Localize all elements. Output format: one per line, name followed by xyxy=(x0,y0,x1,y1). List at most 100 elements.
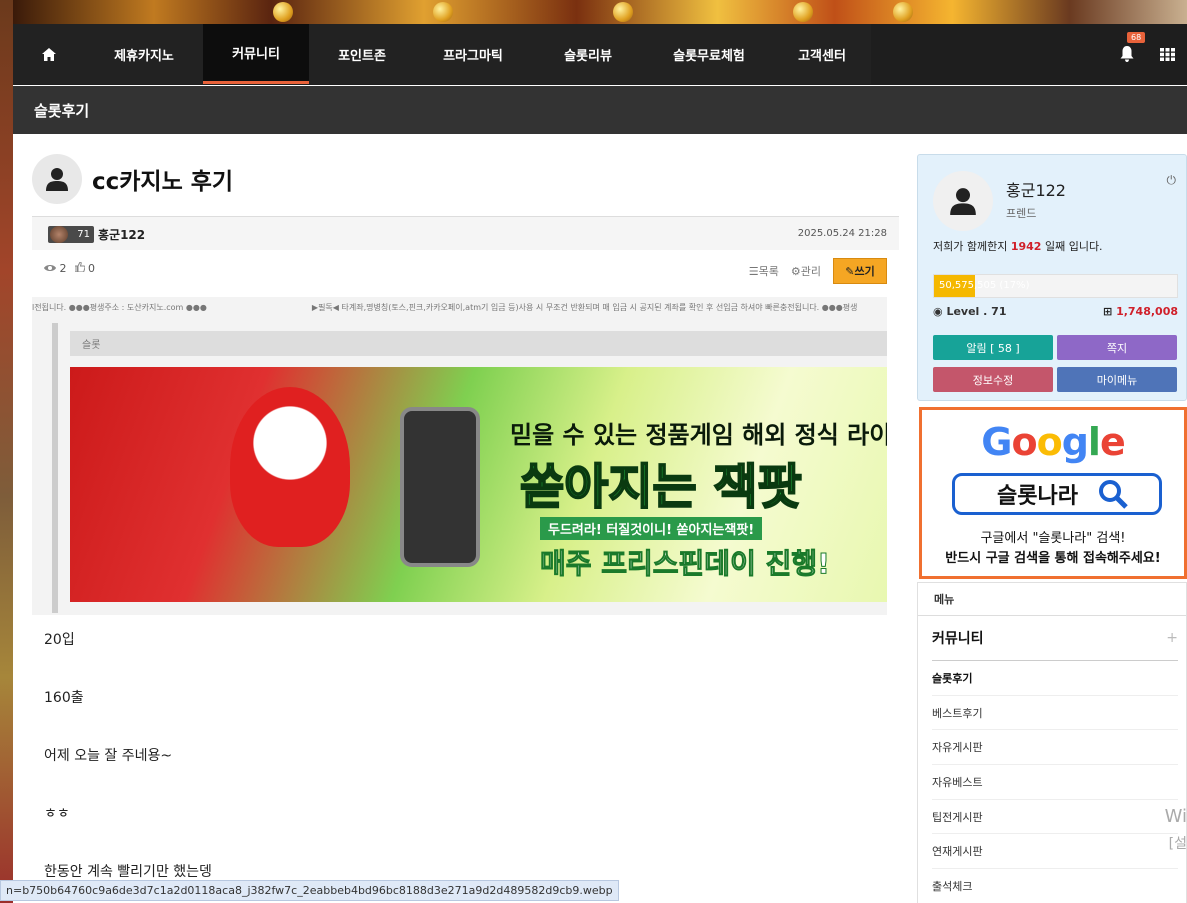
embedded-category-bar: 슬롯 xyxy=(70,331,887,356)
user-circle-icon: ◉ xyxy=(933,305,943,318)
apps-menu-button[interactable] xyxy=(1147,24,1187,84)
manage-button[interactable]: ⚙관리 xyxy=(791,263,821,279)
post-title: cc카지노 후기 xyxy=(92,169,234,195)
user-level-text: Level . 71 xyxy=(946,305,1007,318)
user-level: ◉ Level . 71 xyxy=(933,305,1006,318)
gear-icon: ⚙ xyxy=(790,265,801,278)
user-avatar[interactable] xyxy=(933,171,993,231)
coin-decoration xyxy=(793,2,813,22)
coin-decoration xyxy=(433,2,453,22)
post-stats: 2 0 xyxy=(44,261,95,275)
logout-icon[interactable]: ⏻ xyxy=(1167,173,1177,188)
ticker-right-text: ▶필독◀ 타계좌,명병칭(토스,핀크,카카오페이,atm기 입금 등)사용 시 … xyxy=(311,303,858,312)
nav-item-customer-center[interactable]: 고객센터 xyxy=(773,24,871,84)
plus-icon[interactable]: + xyxy=(1166,630,1178,646)
nav-menu: 제휴카지노 커뮤니티 포인트존 프라그마틱 슬롯리뷰 슬롯무료체험 고객센터 xyxy=(13,24,871,84)
grid-icon xyxy=(1159,47,1175,61)
menu-item-best-review[interactable]: 베스트후기 xyxy=(932,696,1178,731)
edit-profile-button[interactable]: 정보수정 xyxy=(933,367,1053,392)
content-line: 어제 오늘 잘 주네용~ xyxy=(44,748,173,764)
content-line: 20입 xyxy=(44,632,75,648)
user-points: ⊞ 1,748,008 xyxy=(1103,305,1178,318)
ad-line-1: 구글에서 "슬롯나라" 검색! xyxy=(980,531,1126,546)
list-label: 목록 xyxy=(758,265,779,278)
menu-item-slot-review[interactable]: 슬롯후기 xyxy=(932,661,1178,696)
nav-item-free-slot[interactable]: 슬롯무료체험 xyxy=(645,24,773,84)
days-prefix: 저희가 함께한지 xyxy=(933,240,1011,253)
user-role: 프렌드 xyxy=(1006,207,1037,220)
promo-tagline: 두드려라! 터질것이니! 쏟아지는잭팟! xyxy=(540,517,763,540)
post-date: 2025.05.24 21:28 xyxy=(797,228,887,239)
list-icon: ☰ xyxy=(748,265,759,278)
like-count[interactable]: 0 xyxy=(74,261,95,275)
search-icon xyxy=(1098,480,1128,509)
menu-item-attendance[interactable]: 출석체크 xyxy=(932,869,1178,903)
user-points-value: 1,748,008 xyxy=(1116,305,1178,318)
author-name[interactable]: 홍군122 xyxy=(98,226,145,243)
post-image: l전됩니다. ●●●평생주소 : 도산카지노.com ●●● ▶필독◀ 타계좌,… xyxy=(32,297,887,615)
coin-decoration xyxy=(273,2,293,22)
eye-icon xyxy=(44,265,56,271)
list-button[interactable]: ☰목록 xyxy=(749,263,779,279)
ad-search-text: 슬롯나라 xyxy=(997,484,1078,509)
bell-icon xyxy=(1120,46,1134,62)
menu-item-tip-board[interactable]: 팁전게시판 xyxy=(932,800,1178,835)
nav-item-pragmatic[interactable]: 프라그마틱 xyxy=(415,24,531,84)
menu-item-free-board[interactable]: 자유게시판 xyxy=(932,730,1178,766)
home-icon xyxy=(42,47,56,61)
like-count-value: 0 xyxy=(88,262,95,275)
embedded-frame xyxy=(52,323,58,613)
home-button[interactable] xyxy=(13,24,85,84)
days-suffix: 일째 입니다. xyxy=(1041,240,1103,253)
content-line: 160출 xyxy=(44,690,84,706)
google-search-ad[interactable]: Google 슬롯나라 구글에서 "슬롯나라" 검색! 반드시 구글 검색을 통… xyxy=(919,407,1187,579)
nav-item-partner-casino[interactable]: 제휴카지노 xyxy=(85,24,203,84)
post-view: cc카지노 후기 71 홍군122 2025.05.24 21:28 2 0 ☰… xyxy=(32,134,899,903)
os-watermark-sub: [설 xyxy=(1168,836,1187,852)
membership-days: 저희가 함께한지 1942 일째 입니다. xyxy=(933,238,1103,254)
ticker-left-text: l전됩니다. ●●●평생주소 : 도산카지노.com ●●● xyxy=(32,303,207,312)
notification-button[interactable]: 68 xyxy=(1107,24,1147,84)
nav-item-point-zone[interactable]: 포인트존 xyxy=(309,24,415,84)
menu-item-free-best[interactable]: 자유베스트 xyxy=(932,765,1178,800)
pencil-icon: ✎ xyxy=(845,264,855,278)
nav-item-community[interactable]: 커뮤니티 xyxy=(203,24,309,84)
my-menu-button[interactable]: 마이메뉴 xyxy=(1057,367,1177,392)
os-watermark: Wi xyxy=(1164,806,1187,827)
view-count-value: 2 xyxy=(59,262,67,275)
menu-item-series-board[interactable]: 연재게시판 xyxy=(932,834,1178,870)
santa-illustration xyxy=(230,387,350,547)
ad-search-box: 슬롯나라 xyxy=(952,473,1162,515)
manage-label: 관리 xyxy=(800,265,821,278)
side-menu: 메뉴 커뮤니티 + 슬롯후기 베스트후기 자유게시판 자유베스트 팁전게시판 연… xyxy=(917,582,1187,903)
write-button[interactable]: ✎ 쓰기 xyxy=(833,258,887,284)
xp-progress-bar: 50,575,505 (17%) xyxy=(933,274,1178,298)
post-content: 20입 160출 어제 오늘 잘 주네용~ ㅎㅎ 한동안 계속 빨리기만 했는뎅 xyxy=(44,629,212,903)
embedded-ticker: l전됩니다. ●●●평생주소 : 도산카지노.com ●●● ▶필독◀ 타계좌,… xyxy=(32,302,887,314)
nav-tools: 68 xyxy=(1107,24,1187,84)
post-actions: ☰목록 ⚙관리 ✎ 쓰기 xyxy=(749,258,887,284)
nav-item-slot-review[interactable]: 슬롯리뷰 xyxy=(531,24,645,84)
promo-event: 매주 프리스핀데이 진행! xyxy=(540,547,831,581)
message-button[interactable]: 쪽지 xyxy=(1057,335,1177,360)
top-banner xyxy=(13,0,1187,24)
menu-section-community[interactable]: 커뮤니티 + xyxy=(932,616,1178,661)
phone-illustration xyxy=(400,407,480,567)
page-edge-decoration xyxy=(0,0,13,903)
user-icon xyxy=(46,168,68,191)
post-header: cc카지노 후기 xyxy=(32,154,233,204)
alarm-button[interactable]: 알림 [ 58 ] xyxy=(933,335,1053,360)
user-card: 홍군122 프렌드 ⏻ 저희가 함께한지 1942 일째 입니다. 50,575… xyxy=(917,154,1187,401)
ad-line-2: 반드시 구글 검색을 통해 접속해주세요! xyxy=(945,551,1161,566)
days-count: 1942 xyxy=(1010,240,1042,253)
user-icon xyxy=(950,188,976,215)
post-meta-bar: 71 홍군122 2025.05.24 21:28 xyxy=(32,216,899,250)
google-logo: Google xyxy=(981,420,1125,464)
author-avatar[interactable] xyxy=(32,154,82,204)
main-nav: 제휴카지노 커뮤니티 포인트존 프라그마틱 슬롯리뷰 슬롯무료체험 고객센터 6… xyxy=(13,24,1187,85)
coin-decoration xyxy=(613,2,633,22)
notification-badge: 68 xyxy=(1127,32,1146,43)
menu-section-label: 커뮤니티 xyxy=(932,631,984,647)
promo-title: 쏟아지는 잭팟 xyxy=(519,458,803,516)
xp-text: 50,575,505 (17%) xyxy=(939,280,1030,291)
